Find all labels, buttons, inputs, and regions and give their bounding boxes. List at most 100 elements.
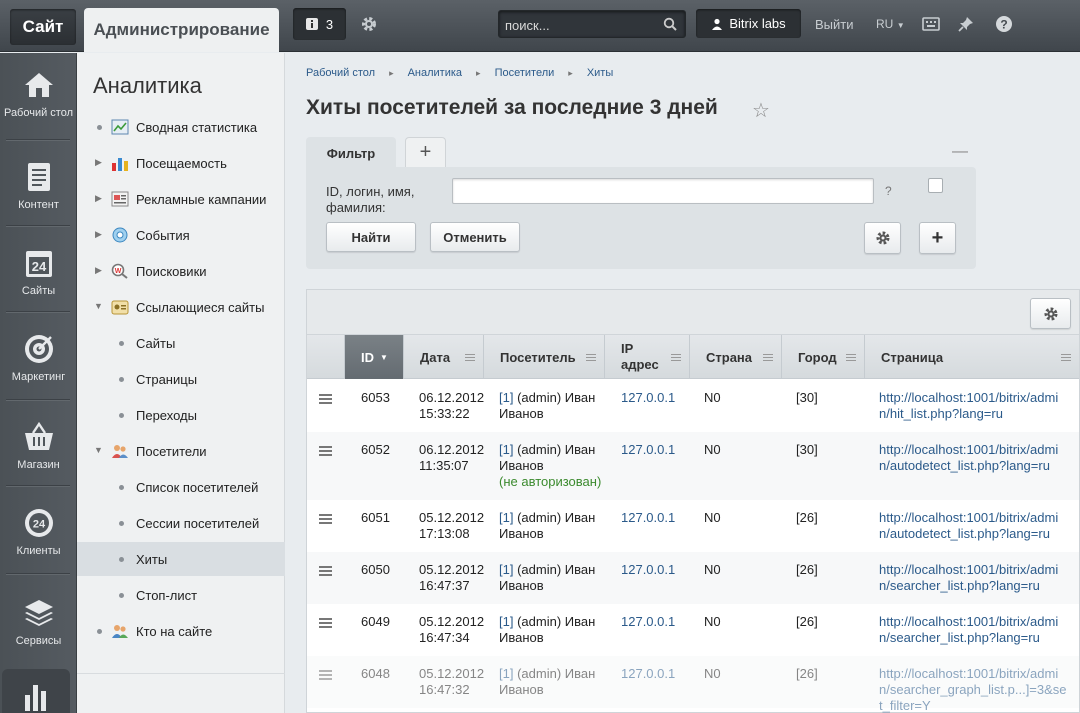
notifications-button[interactable]: 3 [293,8,346,40]
row-menu-icon[interactable] [319,670,332,680]
rail-item-content[interactable]: Контент [0,161,77,212]
column-menu-icon[interactable] [846,354,856,361]
cell-ip-link[interactable]: 127.0.0.1 [621,562,675,578]
sidebar-item-12[interactable]: Сессии посетителей [77,506,285,540]
column-header-visitor[interactable]: Посетитель [484,335,605,379]
sidebar-item-7[interactable]: Сайты [77,326,285,360]
add-filter-field-button[interactable]: + [919,222,956,254]
sidebar-item-13[interactable]: Хиты [77,542,285,576]
breadcrumb-item[interactable]: Хиты [587,67,613,80]
find-button[interactable]: Найти [326,222,416,252]
add-filter-tab-button[interactable]: + [405,137,446,167]
cell-page-link[interactable]: http://localhost:1001/bitrix/admin/searc… [879,562,1067,594]
column-header-page[interactable]: Страница [865,335,1079,379]
sidebar-item-9[interactable]: Переходы [77,398,285,432]
rail-item-marketing[interactable]: Маркетинг [0,333,77,384]
row-menu-icon[interactable] [319,394,332,404]
sidebar-item-10[interactable]: ▼ Посетители [77,434,285,468]
collapse-arrow-icon[interactable]: ▼ [94,445,103,455]
settings-gear-icon[interactable] [360,15,378,33]
cell-ip-link[interactable]: 127.0.0.1 [621,666,675,682]
cell-page-link[interactable]: http://localhost:1001/bitrix/admin/autod… [879,510,1067,542]
cell-page-link[interactable]: http://localhost:1001/bitrix/admin/hit_l… [879,390,1067,422]
column-header-country[interactable]: Страна [690,335,782,379]
cell-ip-link[interactable]: 127.0.0.1 [621,390,675,406]
search-icon[interactable] [663,17,677,31]
expand-arrow-icon[interactable]: ▶ [95,157,102,168]
collapse-arrow-icon[interactable]: ▼ [94,301,103,311]
sidebar-item-5[interactable]: ▶ W Поисковики [77,254,285,288]
cell-page-link[interactable]: http://localhost:1001/bitrix/admin/searc… [879,614,1067,646]
user-button[interactable]: Bitrix labs [696,9,801,38]
breadcrumb-item[interactable]: Рабочий стол [306,67,375,80]
column-menu-icon[interactable] [1061,354,1071,361]
site-tab[interactable]: Сайт [10,9,76,45]
logout-link[interactable]: Выйти [815,17,854,32]
sidebar-item-14[interactable]: Стоп-лист [77,578,285,612]
rail-item-services[interactable]: Сервисы [0,597,77,648]
help-icon[interactable]: ? [995,15,1013,33]
row-menu-icon[interactable] [319,514,332,524]
sidebar-item-4[interactable]: ▶ События [77,218,285,252]
pin-icon[interactable] [957,15,975,33]
column-menu-icon[interactable] [671,354,681,361]
language-select[interactable]: RU ▼ [876,17,905,31]
cell-ip-link[interactable]: 127.0.0.1 [621,510,675,526]
column-menu-icon[interactable] [465,354,475,361]
cell-page-link[interactable]: http://localhost:1001/bitrix/admin/searc… [879,666,1067,713]
expand-arrow-icon[interactable]: ▶ [95,193,102,204]
sidebar-item-11[interactable]: Список посетителей [77,470,285,504]
rail-item-sites[interactable]: 24 Сайты [0,247,77,298]
cell-page-link[interactable]: http://localhost:1001/bitrix/admin/autod… [879,442,1067,474]
rail-item-shop[interactable]: Магазин [0,421,77,472]
filter-checkbox[interactable] [928,178,943,193]
expand-arrow-icon[interactable]: ▶ [95,229,102,240]
expand-arrow-icon[interactable]: ▶ [95,265,102,276]
row-menu-icon[interactable] [319,566,332,576]
table-row[interactable]: 6048 05.12.2012 16:47:32 [1] (admin) Иван И… [307,656,1079,713]
filter-search-field[interactable] [452,178,874,204]
cell-ip-link[interactable]: 127.0.0.1 [621,614,675,630]
column-menu-icon[interactable] [586,354,596,361]
breadcrumb-item[interactable]: Аналитика [408,67,462,80]
visitor-id-link[interactable]: [1] [499,614,513,629]
column-menu-icon[interactable] [763,354,773,361]
column-header-ip[interactable]: IP адрес [605,335,690,379]
table-row[interactable]: 6051 05.12.2012 17:13:08 [1] (admin) Иван И… [307,500,1079,552]
sidebar-item-6[interactable]: ▼ Ссылающиеся сайты [77,290,285,324]
row-menu-icon[interactable] [319,446,332,456]
table-row[interactable]: 6053 06.12.2012 15:33:22 [1] (admin) Иван И… [307,380,1079,432]
filter-help-icon[interactable]: ? [885,184,892,198]
visitor-id-link[interactable]: [1] [499,562,513,577]
column-header-id[interactable]: ID ▼ [345,335,404,379]
rail-item-clients[interactable]: 24 Клиенты [0,507,77,558]
filter-settings-button[interactable] [864,222,901,254]
breadcrumb-item[interactable]: Посетители [495,67,555,80]
row-menu-icon[interactable] [319,618,332,628]
keyboard-icon[interactable] [922,15,940,33]
visitor-id-link[interactable]: [1] [499,390,513,405]
sidebar-item-15[interactable]: Кто на сайте [77,614,285,648]
sidebar-item-3[interactable]: ▶ Рекламные кампании [77,182,285,216]
sidebar-item-2[interactable]: ▶ Посещаемость [77,146,285,180]
column-header-city[interactable]: Город [782,335,865,379]
column-header-date[interactable]: Дата [404,335,484,379]
visitor-id-link[interactable]: [1] [499,442,513,457]
filter-tab[interactable]: Фильтр [306,137,396,169]
admin-tab[interactable]: Администрирование [84,8,279,52]
search-input[interactable] [505,16,655,34]
table-row[interactable]: 6050 05.12.2012 16:47:37 [1] (admin) Иван И… [307,552,1079,604]
rail-item-desktop[interactable]: Рабочий стол [0,69,77,120]
cell-ip-link[interactable]: 127.0.0.1 [621,442,675,458]
favorite-star-icon[interactable]: ☆ [752,98,770,123]
sidebar-item-1[interactable]: Сводная статистика [77,110,285,144]
table-row[interactable]: 6049 05.12.2012 16:47:34 [1] (admin) Иван И… [307,604,1079,656]
rail-item-analytics[interactable] [2,669,70,713]
visitor-id-link[interactable]: [1] [499,510,513,525]
sidebar-item-8[interactable]: Страницы [77,362,285,396]
visitor-id-link[interactable]: [1] [499,666,513,681]
table-settings-button[interactable] [1030,298,1071,329]
collapse-filter-icon[interactable]: — [952,143,968,161]
cancel-button[interactable]: Отменить [430,222,520,252]
table-row[interactable]: 6052 06.12.2012 11:35:07 [1] (admin) Иван И… [307,432,1079,500]
